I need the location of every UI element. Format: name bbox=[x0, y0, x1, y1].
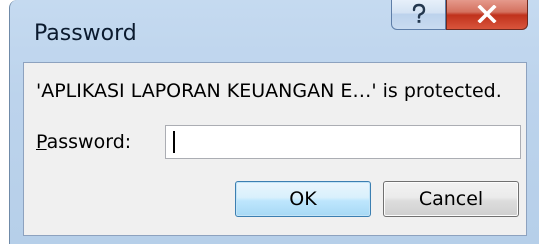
password-label-rest: assword: bbox=[46, 131, 132, 153]
close-button[interactable] bbox=[446, 0, 528, 30]
question-mark-icon bbox=[412, 3, 425, 23]
dialog-title: Password bbox=[34, 21, 137, 46]
password-input[interactable] bbox=[165, 125, 521, 159]
help-button[interactable] bbox=[391, 0, 446, 30]
ok-button[interactable]: OK bbox=[235, 181, 371, 217]
close-x-icon bbox=[477, 4, 497, 23]
cancel-button[interactable]: Cancel bbox=[383, 181, 519, 217]
protected-message: 'APLIKASI LAPORAN KEUANGAN E…' is protec… bbox=[36, 80, 502, 102]
title-bar[interactable]: Password bbox=[10, 0, 539, 62]
dialog-body: 'APLIKASI LAPORAN KEUANGAN E…' is protec… bbox=[23, 62, 527, 236]
password-label-mnemonic: P bbox=[36, 131, 47, 153]
password-label: Password: bbox=[36, 131, 131, 153]
text-caret bbox=[173, 131, 175, 153]
password-dialog: Password 'APLIKASI LAPORAN KEUANGAN E…' … bbox=[9, 0, 539, 244]
